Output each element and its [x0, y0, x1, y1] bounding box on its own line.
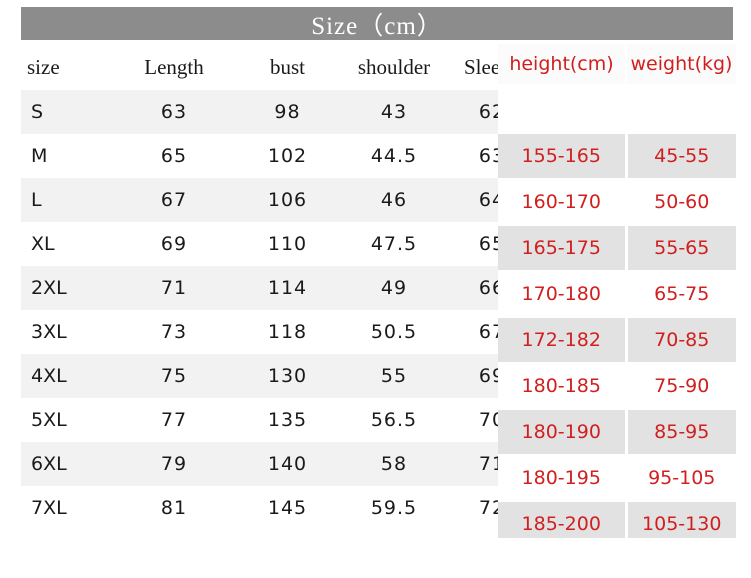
table-row: 180-190 85-95	[498, 409, 736, 456]
cell-size: 5XL	[21, 398, 113, 442]
cell-weight: 105-130	[626, 501, 736, 538]
cell-weight: 70-85	[626, 317, 736, 364]
cell-height: 180-195	[498, 455, 628, 502]
cell-size: M	[21, 134, 113, 178]
cell-size: 3XL	[21, 310, 113, 354]
cell-bust: 118	[235, 310, 340, 354]
cell-length: 67	[113, 178, 235, 222]
cell-length: 81	[113, 486, 235, 530]
cell-shoulder: 47.5	[340, 222, 448, 266]
height-weight-overlay: height(cm) weight(kg) 155-165 45-55 160-…	[498, 44, 751, 538]
cell-weight: 65-75	[626, 271, 736, 318]
cell-height: 165-175	[498, 225, 628, 272]
cell-length: 77	[113, 398, 235, 442]
cell-height: 172-182	[498, 317, 628, 364]
cell-weight: 50-60	[626, 179, 736, 226]
cell-blank	[626, 84, 736, 134]
cell-size: 6XL	[21, 442, 113, 486]
column-header-bust: bust	[235, 44, 340, 90]
cell-shoulder: 59.5	[340, 486, 448, 530]
cell-blank	[498, 84, 628, 134]
cell-bust: 102	[235, 134, 340, 178]
cell-bust: 114	[235, 266, 340, 310]
table-row: 172-182 70-85	[498, 317, 736, 364]
cell-shoulder: 56.5	[340, 398, 448, 442]
cell-length: 63	[113, 90, 235, 134]
cell-shoulder: 55	[340, 354, 448, 398]
column-header-weight: weight(kg)	[626, 44, 736, 84]
size-chart-page: Size（cm） size Length bust shoulder Sleev…	[0, 0, 751, 578]
page-title: Size（cm）	[311, 12, 443, 40]
cell-size: 2XL	[21, 266, 113, 310]
cell-bust: 145	[235, 486, 340, 530]
cell-bust: 140	[235, 442, 340, 486]
cell-weight: 45-55	[626, 133, 736, 180]
cell-weight: 85-95	[626, 409, 736, 456]
table-row: 180-195 95-105	[498, 455, 736, 502]
overlay-header-row: height(cm) weight(kg)	[498, 44, 736, 84]
cell-height: 160-170	[498, 179, 628, 226]
table-row: 185-200 105-130	[498, 501, 736, 538]
cell-weight: 95-105	[626, 455, 736, 502]
cell-height: 180-190	[498, 409, 628, 456]
cell-length: 69	[113, 222, 235, 266]
height-weight-table-head: height(cm) weight(kg)	[498, 44, 736, 84]
cell-height: 180-185	[498, 363, 628, 410]
cell-length: 75	[113, 354, 235, 398]
cell-shoulder: 50.5	[340, 310, 448, 354]
overlay-spacer-row	[498, 84, 736, 134]
cell-shoulder: 43	[340, 90, 448, 134]
cell-size: S	[21, 90, 113, 134]
cell-length: 79	[113, 442, 235, 486]
cell-bust: 106	[235, 178, 340, 222]
cell-height: 185-200	[498, 501, 628, 538]
cell-weight: 75-90	[626, 363, 736, 410]
cell-bust: 98	[235, 90, 340, 134]
table-row: 165-175 55-65	[498, 225, 736, 272]
cell-length: 73	[113, 310, 235, 354]
cell-size: 7XL	[21, 486, 113, 530]
cell-bust: 130	[235, 354, 340, 398]
cell-bust: 135	[235, 398, 340, 442]
cell-shoulder: 46	[340, 178, 448, 222]
column-header-shoulder: shoulder	[340, 44, 448, 90]
column-header-height: height(cm)	[498, 44, 627, 84]
table-row: 155-165 45-55	[498, 133, 736, 180]
chart-title-bar: Size（cm）	[21, 7, 733, 40]
cell-weight: 55-65	[626, 225, 736, 272]
cell-shoulder: 49	[340, 266, 448, 310]
cell-shoulder: 58	[340, 442, 448, 486]
height-weight-table-body: 155-165 45-55 160-170 50-60 165-175 55-6…	[498, 84, 736, 538]
column-header-size: size	[21, 44, 113, 90]
height-weight-table: height(cm) weight(kg) 155-165 45-55 160-…	[498, 44, 736, 538]
cell-height: 155-165	[498, 133, 628, 180]
cell-shoulder: 44.5	[340, 134, 448, 178]
cell-size: XL	[21, 222, 113, 266]
cell-bust: 110	[235, 222, 340, 266]
cell-size: L	[21, 178, 113, 222]
cell-size: 4XL	[21, 354, 113, 398]
cell-length: 65	[113, 134, 235, 178]
column-header-length: Length	[113, 44, 235, 90]
cell-height: 170-180	[498, 271, 628, 318]
table-row: 160-170 50-60	[498, 179, 736, 226]
cell-length: 71	[113, 266, 235, 310]
table-row: 170-180 65-75	[498, 271, 736, 318]
table-row: 180-185 75-90	[498, 363, 736, 410]
